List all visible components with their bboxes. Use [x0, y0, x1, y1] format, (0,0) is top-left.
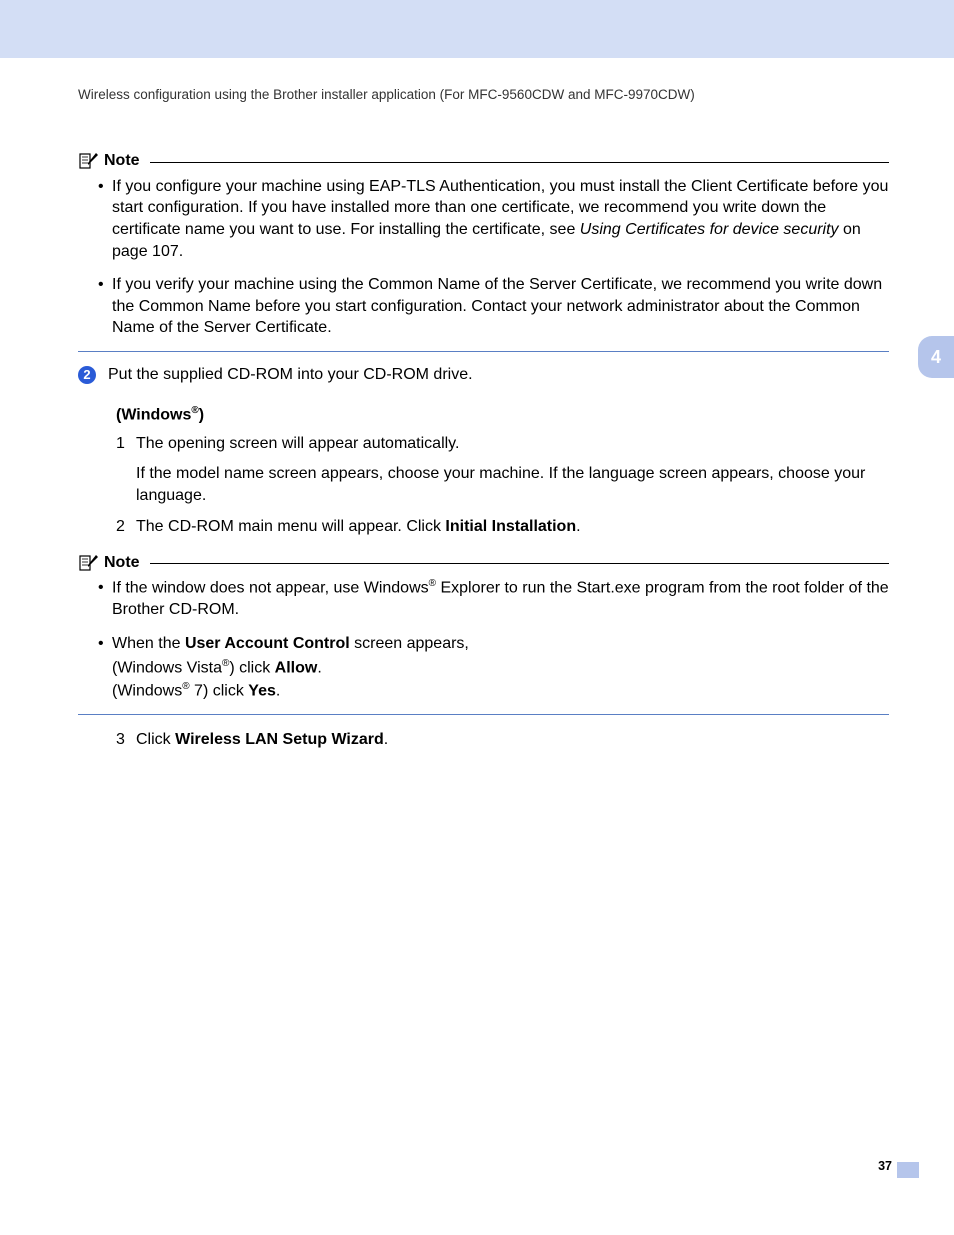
note-text: .: [317, 659, 321, 676]
note-text: .: [276, 683, 280, 700]
note-line: When the User Account Control screen app…: [112, 633, 889, 655]
sub-step-text: The CD-ROM main menu will appear. Click …: [136, 516, 889, 538]
os-heading: (Windows®): [116, 404, 889, 426]
registered-icon: ®: [429, 578, 436, 589]
note-bold: Allow: [275, 659, 318, 676]
top-accent-bar: [0, 0, 954, 58]
sub-step-3: 3 Click Wireless LAN Setup Wizard.: [116, 729, 889, 751]
sub-step-num: 3: [116, 729, 136, 751]
sub-step-pre: Click: [136, 731, 175, 748]
windows-block: (Windows®) 1 The opening screen will app…: [78, 404, 889, 538]
sub-step-pre: The CD-ROM main menu will appear. Click: [136, 518, 445, 535]
sub-step-num: 1: [116, 433, 136, 506]
sub-step-text: Click Wireless LAN Setup Wizard.: [136, 729, 889, 751]
sub-step-text: The opening screen will appear automatic…: [136, 433, 889, 506]
note-line: (Windows® 7) click Yes.: [112, 680, 889, 702]
step-text: Put the supplied CD-ROM into your CD-ROM…: [108, 364, 889, 386]
note-text: (Windows Vista: [112, 659, 222, 676]
note-bold: User Account Control: [185, 635, 350, 652]
sub-step-bold: Initial Installation: [445, 518, 576, 535]
note-text: If you verify your machine using the Com…: [112, 276, 882, 336]
note-pencil-icon: [78, 151, 100, 171]
note-list: If the window does not appear, use Windo…: [78, 577, 889, 702]
page-number-bar: [897, 1162, 919, 1178]
note-bold: Yes: [248, 683, 276, 700]
sub-step-1: 1 The opening screen will appear automat…: [116, 433, 889, 506]
sub-steps: 1 The opening screen will appear automat…: [116, 433, 889, 537]
note-heading: Note: [78, 552, 889, 574]
sub-steps: 3 Click Wireless LAN Setup Wizard.: [116, 729, 889, 751]
note-block-1: Note If you configure your machine using…: [78, 150, 889, 352]
note-label: Note: [104, 150, 140, 172]
note-divider: [78, 351, 889, 352]
note-list: If you configure your machine using EAP-…: [78, 176, 889, 339]
page-number: 37: [878, 1158, 892, 1175]
note-text: When the: [112, 635, 185, 652]
note-bullet-item: If you configure your machine using EAP-…: [98, 176, 889, 262]
note-line: (Windows Vista®) click Allow.: [112, 657, 889, 679]
chapter-tab: 4: [918, 336, 954, 378]
sub-step-para: If the model name screen appears, choose…: [136, 463, 889, 506]
note-text: screen appears,: [350, 635, 469, 652]
registered-icon: ®: [182, 681, 189, 692]
sub-step-post: .: [384, 731, 388, 748]
registered-icon: ®: [191, 405, 198, 416]
note-italic: Using Certificates for device security: [580, 221, 839, 238]
page-content: Wireless configuration using the Brother…: [0, 58, 954, 751]
note-rule: [150, 162, 889, 163]
note-text: (Windows: [112, 683, 182, 700]
note-block-2: Note If the window does not appear, use …: [78, 552, 889, 716]
os-heading-post: ): [199, 406, 204, 423]
step-number-badge: 2: [78, 366, 96, 384]
step-2: 2 Put the supplied CD-ROM into your CD-R…: [78, 364, 889, 386]
os-heading-pre: (Windows: [116, 406, 191, 423]
note-rule: [150, 563, 889, 564]
running-header: Wireless configuration using the Brother…: [78, 86, 889, 104]
note-bullet-item: When the User Account Control screen app…: [98, 633, 889, 702]
sub-step-post: .: [576, 518, 580, 535]
note-divider: [78, 714, 889, 715]
note-text: ) click: [229, 659, 274, 676]
note-text: 7) click: [190, 683, 249, 700]
note-bullet-item: If the window does not appear, use Windo…: [98, 577, 889, 621]
sub-block-3: 3 Click Wireless LAN Setup Wizard.: [78, 729, 889, 751]
note-text: If the window does not appear, use Windo…: [112, 580, 429, 597]
note-bullet-item: If you verify your machine using the Com…: [98, 274, 889, 339]
note-pencil-icon: [78, 553, 100, 573]
sub-step-num: 2: [116, 516, 136, 538]
sub-step-2: 2 The CD-ROM main menu will appear. Clic…: [116, 516, 889, 538]
sub-step-bold: Wireless LAN Setup Wizard: [175, 731, 384, 748]
note-heading: Note: [78, 150, 889, 172]
note-label: Note: [104, 552, 140, 574]
sub-step-line: The opening screen will appear automatic…: [136, 435, 459, 452]
